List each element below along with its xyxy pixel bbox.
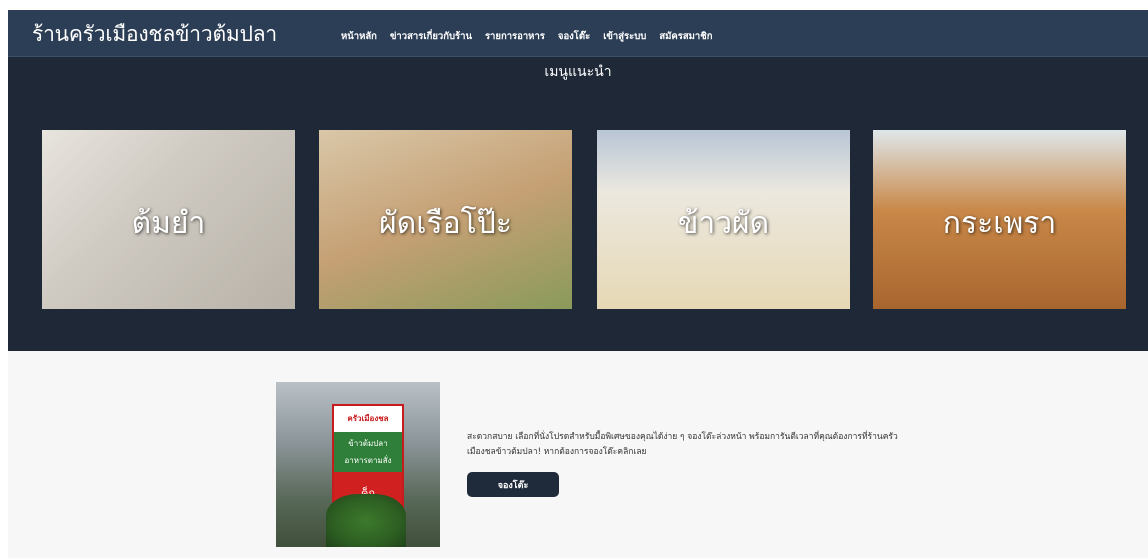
menu-card-caption: ผัดเรือโป๊ะ (379, 206, 512, 241)
nav-link-menu[interactable]: รายการอาหาร (485, 29, 545, 44)
top-navbar: ร้านครัวเมืองชลข้าวต้มปลา หน้าหลัก ข่าวส… (8, 10, 1148, 57)
section-title: เมนูแนะนำ (544, 64, 612, 80)
nav-link-news[interactable]: ข่าวสารเกี่ยวกับร้าน (390, 29, 472, 44)
sign-line-3: อาหารตามสั่ง (344, 456, 392, 465)
brand-logo-link[interactable]: ร้านครัวเมืองชลข้าวต้มปลา (32, 18, 277, 51)
book-table-button[interactable]: จองโต๊ะ (467, 472, 559, 497)
shop-sign: ครัวเมืองชล ข้าวต้มปลา อาหารตามสั่ง ค็ก (332, 404, 404, 510)
nav-link-home[interactable]: หน้าหลัก (341, 29, 377, 44)
sign-line-1: ครัวเมืองชล (347, 414, 389, 423)
booking-section: ครัวเมืองชล ข้าวต้มปลา อาหารตามสั่ง ค็ก … (8, 351, 1148, 558)
shop-front-photo: ครัวเมืองชล ข้าวต้มปลา อาหารตามสั่ง ค็ก (276, 382, 440, 547)
sign-line-2: ข้าวต้มปลา (348, 439, 388, 448)
menu-card-caption: ข้าวผัด (677, 206, 770, 241)
recommended-menu-section: เมนูแนะนำ ต้มยำ ผัดเรือโป๊ะ ข้าวผัด กระเ… (8, 57, 1148, 351)
menu-card-basil-stirfry[interactable]: กระเพรา (873, 130, 1126, 309)
nav-menu: หน้าหลัก ข่าวสารเกี่ยวกับร้าน รายการอาหา… (341, 29, 712, 44)
menu-card-caption: กระเพรา (942, 206, 1057, 241)
plant-decoration (326, 494, 406, 547)
nav-link-login[interactable]: เข้าสู่ระบบ (603, 29, 646, 44)
booking-description: สะดวกสบาย เลือกที่นั่งโปรดสำหรับมื้อพิเศ… (467, 432, 898, 457)
menu-card-seafood-stirfry[interactable]: ผัดเรือโป๊ะ (319, 130, 572, 309)
menu-card-tomyum[interactable]: ต้มยำ (42, 130, 295, 309)
menu-card-caption: ต้มยำ (131, 206, 206, 241)
menu-card-fried-rice[interactable]: ข้าวผัด (597, 130, 850, 309)
nav-link-booking[interactable]: จองโต๊ะ (558, 29, 590, 44)
nav-link-register[interactable]: สมัครสมาชิก (659, 29, 712, 44)
